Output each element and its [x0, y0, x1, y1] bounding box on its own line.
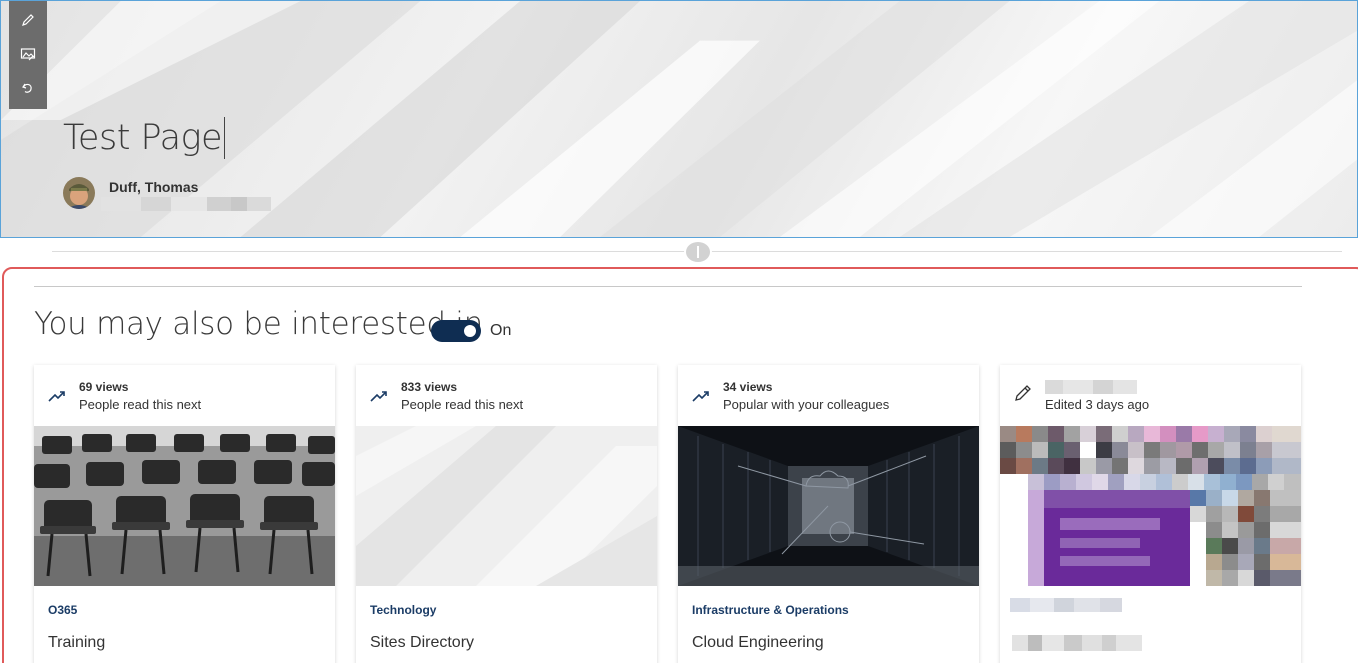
- pencil-icon: [22, 14, 34, 26]
- card-category: Technology: [370, 603, 437, 617]
- edit-header-button[interactable]: [9, 3, 47, 37]
- card-author-redacted: [1045, 380, 1137, 394]
- recommendations-toggle[interactable]: [431, 320, 481, 342]
- card-category: Infrastructure & Operations: [692, 603, 849, 617]
- card-thumbnail-datacenter: [678, 426, 979, 586]
- recommendation-card[interactable]: 34 views Popular with your colleagues In…: [678, 365, 979, 663]
- card-thumbnail-redacted: [1000, 426, 1301, 586]
- card-view-count: 833 views: [401, 380, 458, 394]
- card-reason: Edited 3 days ago: [1045, 397, 1150, 412]
- page-root: Test Page Duff, Thomas You may also be i…: [0, 0, 1358, 663]
- pencil-icon: [1015, 385, 1031, 401]
- card-reason: People read this next: [401, 397, 524, 412]
- card-title-redacted: [1012, 635, 1142, 651]
- image-edit-icon: [20, 48, 36, 61]
- trending-icon: [370, 391, 387, 402]
- author-title-redacted: [101, 197, 271, 211]
- header-edit-toolbar: [9, 1, 47, 109]
- card-category: O365: [48, 603, 78, 617]
- card-header: 69 views People read this next: [34, 365, 335, 426]
- author-name: Duff, Thomas: [109, 179, 199, 195]
- recommendation-card[interactable]: 69 views People read this next O365 Trai…: [34, 365, 335, 663]
- card-title: Cloud Engineering: [692, 634, 824, 651]
- section-title: You may also be interested in: [34, 306, 483, 342]
- trending-icon: [48, 391, 65, 402]
- card-title: Training: [48, 634, 106, 651]
- avatar: [63, 177, 95, 209]
- toggle-state-label: On: [490, 322, 512, 339]
- card-header: Edited 3 days ago: [1000, 365, 1301, 426]
- card-header: 34 views Popular with your colleagues: [678, 365, 979, 426]
- card-header: 833 views People read this next: [356, 365, 657, 426]
- undo-icon: [22, 83, 32, 93]
- toggle-knob: [464, 325, 476, 337]
- card-category-redacted: [1010, 598, 1122, 612]
- card-view-count: 34 views: [723, 380, 773, 394]
- change-image-button[interactable]: [9, 37, 47, 71]
- card-thumbnail-abstract: [356, 426, 657, 586]
- reset-header-button[interactable]: [9, 71, 47, 105]
- page-header-banner[interactable]: Test Page Duff, Thomas: [0, 0, 1358, 238]
- card-title: Sites Directory: [370, 634, 475, 651]
- card-view-count: 69 views: [79, 380, 129, 394]
- page-title[interactable]: Test Page: [63, 117, 226, 159]
- section-resize-handle[interactable]: [684, 240, 712, 264]
- card-reason: People read this next: [79, 397, 202, 412]
- recommendation-card[interactable]: 833 views People read this next Technolo…: [356, 365, 657, 663]
- trending-icon: [692, 391, 709, 402]
- card-reason: Popular with your colleagues: [723, 397, 890, 412]
- card-thumbnail-classroom: [34, 426, 335, 586]
- recommendation-card[interactable]: Edited 3 days ago: [1000, 365, 1301, 663]
- section-top-rule: [34, 286, 1302, 287]
